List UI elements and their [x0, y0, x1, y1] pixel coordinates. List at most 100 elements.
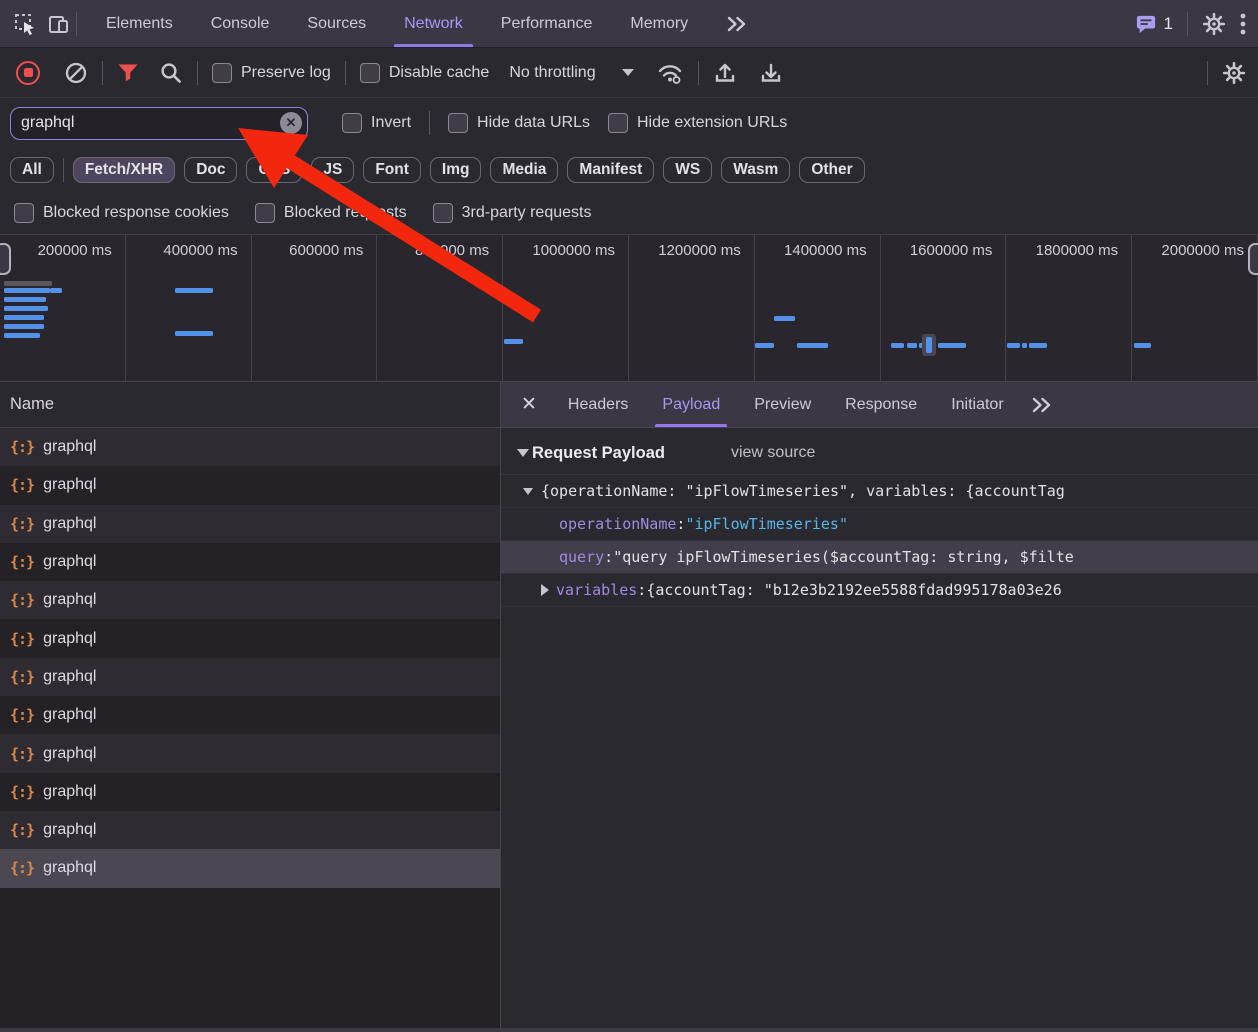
option-blocked-requests[interactable]: Blocked requests	[255, 203, 407, 223]
timeline-right-brush-handle[interactable]	[1248, 243, 1258, 275]
waterfall-bar[interactable]	[4, 306, 48, 311]
throttling-dropdown[interactable]: No throttling	[509, 64, 633, 82]
chip-other[interactable]: Other	[799, 157, 864, 183]
network-request-row[interactable]: {:}graphql	[0, 696, 500, 734]
settings-gear-icon[interactable]	[1202, 12, 1226, 36]
detail-tab-response[interactable]: Response	[828, 382, 934, 427]
detail-tab-initiator[interactable]: Initiator	[934, 382, 1020, 427]
network-request-row[interactable]: {:}graphql	[0, 773, 500, 811]
tab-memory[interactable]: Memory	[611, 0, 707, 47]
waterfall-bar[interactable]	[4, 333, 40, 338]
waterfall-bar[interactable]	[1022, 343, 1027, 348]
3rd-party-requests-checkbox[interactable]	[433, 203, 453, 223]
filter-input[interactable]	[11, 114, 307, 132]
tab-sources[interactable]: Sources	[288, 0, 385, 47]
chip-font[interactable]: Font	[363, 157, 421, 183]
waterfall-bar[interactable]	[1134, 343, 1151, 348]
preserve-log-checkbox-group[interactable]: Preserve log	[212, 63, 331, 83]
chip-media[interactable]: Media	[490, 157, 558, 183]
view-source-link[interactable]: view source	[731, 444, 815, 462]
disable-cache-checkbox-group[interactable]: Disable cache	[360, 63, 490, 83]
filter-funnel-icon[interactable]	[117, 63, 139, 83]
network-conditions-icon[interactable]	[656, 61, 684, 85]
request-payload-section-header[interactable]: Request Payload view source	[501, 432, 1258, 474]
network-overview-timeline[interactable]: 200000 ms400000 ms600000 ms800000 ms1000…	[0, 234, 1258, 382]
import-har-icon[interactable]	[713, 61, 737, 85]
close-details-icon[interactable]: ✕	[513, 395, 551, 414]
chip-img[interactable]: Img	[430, 157, 482, 183]
chip-manifest[interactable]: Manifest	[567, 157, 654, 183]
chip-fetchxhr[interactable]: Fetch/XHR	[73, 157, 175, 183]
waterfall-bar[interactable]	[175, 288, 213, 293]
export-har-icon[interactable]	[759, 61, 783, 85]
waterfall-bar[interactable]	[4, 297, 46, 302]
network-request-row[interactable]: {:}graphql	[0, 428, 500, 466]
payload-root-row[interactable]: {operationName: "ipFlowTimeseries", vari…	[501, 475, 1258, 508]
name-column-header[interactable]: Name	[0, 382, 500, 428]
waterfall-bar[interactable]	[774, 316, 795, 321]
device-toolbar-icon[interactable]	[42, 0, 76, 47]
collapse-triangle-icon[interactable]	[523, 488, 533, 495]
kebab-menu-icon[interactable]	[1240, 12, 1246, 36]
more-panels-icon[interactable]	[707, 0, 767, 47]
network-request-row[interactable]: {:}graphql	[0, 581, 500, 619]
waterfall-selected-marker[interactable]	[922, 334, 936, 356]
waterfall-bar[interactable]	[891, 343, 904, 348]
hide-data-urls-checkbox-group[interactable]: Hide data URLs	[448, 113, 590, 133]
network-request-row[interactable]: {:}graphql	[0, 466, 500, 504]
network-request-row[interactable]: {:}graphql	[0, 734, 500, 772]
inspect-element-icon[interactable]	[8, 0, 42, 47]
waterfall-bar[interactable]	[504, 339, 523, 344]
payload-entry-variables[interactable]: variables: {accountTag: "b12e3b2192ee558…	[501, 574, 1258, 607]
waterfall-bar[interactable]	[938, 343, 966, 348]
waterfall-bar[interactable]	[907, 343, 917, 348]
search-icon[interactable]	[159, 61, 183, 85]
invert-checkbox-group[interactable]: Invert	[342, 113, 411, 133]
payload-entry-query[interactable]: query: "query ipFlowTimeseries($accountT…	[501, 541, 1258, 574]
hide-extension-urls-checkbox-group[interactable]: Hide extension URLs	[608, 113, 787, 133]
network-request-row[interactable]: {:}graphql	[0, 543, 500, 581]
disable-cache-checkbox[interactable]	[360, 63, 380, 83]
network-request-row[interactable]: {:}graphql	[0, 849, 500, 887]
detail-tab-headers[interactable]: Headers	[551, 382, 645, 427]
preserve-log-checkbox[interactable]	[212, 63, 232, 83]
network-settings-gear-icon[interactable]	[1222, 61, 1246, 85]
tab-elements[interactable]: Elements	[87, 0, 192, 47]
network-request-row[interactable]: {:}graphql	[0, 505, 500, 543]
hide-data-urls-checkbox[interactable]	[448, 113, 468, 133]
chip-doc[interactable]: Doc	[184, 157, 237, 183]
waterfall-bar[interactable]	[1029, 343, 1047, 348]
waterfall-bar[interactable]	[755, 343, 774, 348]
hide-extension-urls-checkbox[interactable]	[608, 113, 628, 133]
waterfall-bar[interactable]	[4, 288, 50, 293]
network-request-row[interactable]: {:}graphql	[0, 619, 500, 657]
waterfall-bar[interactable]	[4, 324, 44, 329]
clear-network-log-button[interactable]	[64, 61, 88, 85]
network-request-row[interactable]: {:}graphql	[0, 658, 500, 696]
chip-wasm[interactable]: Wasm	[721, 157, 790, 183]
detail-tab-preview[interactable]: Preview	[737, 382, 828, 427]
detail-tab-payload[interactable]: Payload	[645, 382, 737, 427]
blocked-requests-checkbox[interactable]	[255, 203, 275, 223]
waterfall-bar[interactable]	[1007, 343, 1020, 348]
timeline-left-brush-handle[interactable]	[0, 243, 11, 275]
network-request-row[interactable]: {:}graphql	[0, 811, 500, 849]
waterfall-bar[interactable]	[797, 343, 828, 348]
blocked-response-cookies-checkbox[interactable]	[14, 203, 34, 223]
waterfall-bar[interactable]	[4, 315, 44, 320]
option-3rd-party-requests[interactable]: 3rd-party requests	[433, 203, 592, 223]
invert-checkbox[interactable]	[342, 113, 362, 133]
chip-all[interactable]: All	[10, 157, 54, 183]
expand-triangle-icon[interactable]	[541, 584, 549, 596]
tab-console[interactable]: Console	[192, 0, 289, 47]
tab-performance[interactable]: Performance	[482, 0, 612, 47]
payload-entry-operationName[interactable]: operationName: "ipFlowTimeseries"	[501, 508, 1258, 541]
waterfall-bar[interactable]	[4, 281, 52, 286]
clear-filter-icon[interactable]: ✕	[280, 112, 302, 134]
waterfall-bar[interactable]	[175, 331, 213, 336]
issues-counter[interactable]: 1	[1135, 14, 1173, 34]
more-detail-tabs-icon[interactable]	[1021, 397, 1063, 413]
waterfall-bar[interactable]	[50, 288, 62, 293]
tab-network[interactable]: Network	[385, 0, 482, 47]
chip-js[interactable]: JS	[311, 157, 354, 183]
